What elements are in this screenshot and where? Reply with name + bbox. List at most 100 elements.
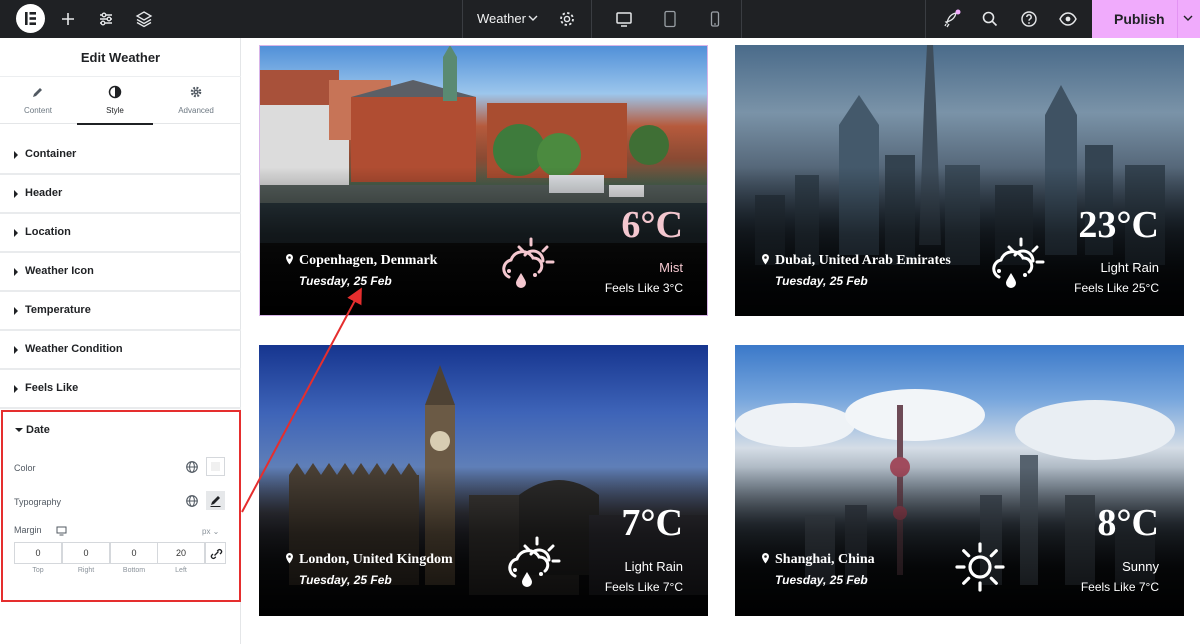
typography-label: Typography xyxy=(14,497,62,507)
section-label: Temperature xyxy=(25,304,91,316)
responsive-desktop-icon[interactable] xyxy=(56,526,67,536)
card-location: London, United Kingdom xyxy=(285,552,453,568)
weather-card-shanghai[interactable]: Shanghai, China Tuesday, 25 Feb 8°C Sunn… xyxy=(735,345,1184,616)
add-icon[interactable] xyxy=(58,9,78,29)
location-pin-icon xyxy=(762,553,769,564)
edit-panel: Edit Weather Content Style Advanced Cont… xyxy=(0,38,241,644)
page-settings-gear-icon[interactable] xyxy=(557,9,577,29)
margin-label: Margin xyxy=(14,525,42,535)
weather-card-london[interactable]: London, United Kingdom Tuesday, 25 Feb 7… xyxy=(259,345,708,616)
divider xyxy=(925,0,926,38)
card-temperature: 6°C xyxy=(621,204,683,246)
card-date: Tuesday, 25 Feb xyxy=(775,573,868,587)
margin-caption: Top xyxy=(32,567,44,574)
card-feels-like: Feels Like 3°C xyxy=(604,281,683,295)
color-picker-swatch[interactable] xyxy=(206,457,225,476)
card-temperature: 8°C xyxy=(1097,502,1159,544)
site-settings-icon[interactable] xyxy=(96,9,116,29)
chevron-down-icon[interactable] xyxy=(527,12,539,24)
location-text: London, United Kingdom xyxy=(299,552,453,567)
card-temperature: 7°C xyxy=(621,502,683,544)
section-label: Container xyxy=(25,148,77,160)
card-feels-like: Feels Like 25°C xyxy=(1074,281,1159,295)
card-location: Shanghai, China xyxy=(761,552,875,568)
margin-inputs xyxy=(14,542,226,564)
cloud-rain-sun-icon xyxy=(508,536,561,587)
preview-eye-icon[interactable] xyxy=(1058,9,1078,29)
location-pin-icon xyxy=(286,553,293,564)
weather-card-copenhagen[interactable]: Copenhagen, Denmark Tuesday, 25 Feb 6°C … xyxy=(259,45,708,316)
page-title-dropdown[interactable]: Weather xyxy=(477,11,526,26)
panel-title: Edit Weather xyxy=(80,50,161,65)
card-location: Copenhagen, Denmark xyxy=(285,253,437,269)
location-text: Copenhagen, Denmark xyxy=(299,253,438,268)
link-values-button[interactable] xyxy=(205,542,226,564)
tab-label: Advanced xyxy=(178,106,214,115)
cloud-rain-sun-icon xyxy=(502,237,555,288)
section-temperature[interactable]: Temperature xyxy=(0,292,241,331)
pencil-icon xyxy=(210,496,221,507)
tab-advanced[interactable]: Advanced xyxy=(158,77,234,124)
desktop-view-icon[interactable] xyxy=(614,9,634,29)
structure-layers-icon[interactable] xyxy=(134,9,154,29)
global-colors-globe-icon[interactable] xyxy=(185,460,199,474)
caret-right-icon xyxy=(14,229,18,237)
caret-down-icon xyxy=(15,428,23,432)
section-feels-like[interactable]: Feels Like xyxy=(0,370,241,409)
divider xyxy=(591,0,592,38)
contrast-icon xyxy=(108,85,122,99)
sun-icon xyxy=(955,542,1005,592)
section-weather-condition[interactable]: Weather Condition xyxy=(0,331,241,370)
global-typography-globe-icon[interactable] xyxy=(185,494,199,508)
margin-right-input[interactable] xyxy=(62,542,110,564)
section-location[interactable]: Location xyxy=(0,214,241,253)
location-text: Shanghai, China xyxy=(775,552,875,567)
card-feels-like: Feels Like 7°C xyxy=(604,580,683,594)
section-label: Header xyxy=(25,187,63,199)
section-label: Feels Like xyxy=(25,382,79,394)
preview-canvas: Copenhagen, Denmark Tuesday, 25 Feb 6°C … xyxy=(242,38,1200,644)
margin-top-input[interactable] xyxy=(14,542,62,564)
section-label: Weather Icon xyxy=(25,265,94,277)
location-pin-icon xyxy=(762,254,769,265)
caret-right-icon xyxy=(14,385,18,393)
tablet-view-icon[interactable] xyxy=(660,9,680,29)
caret-right-icon xyxy=(14,268,18,276)
divider xyxy=(1177,0,1178,38)
card-location: Dubai, United Arab Emirates xyxy=(761,253,951,269)
notifications-rocket-icon[interactable] xyxy=(941,9,961,29)
mobile-view-icon[interactable] xyxy=(705,9,725,29)
publish-options-chevron-icon[interactable] xyxy=(1182,12,1194,24)
tab-content[interactable]: Content xyxy=(0,77,76,124)
search-icon[interactable] xyxy=(980,9,1000,29)
card-condition: Light Rain xyxy=(1100,260,1159,275)
elementor-logo-icon[interactable] xyxy=(16,4,45,33)
section-container[interactable]: Container xyxy=(0,136,241,175)
margin-left-input[interactable] xyxy=(157,542,205,564)
section-weather-icon[interactable]: Weather Icon xyxy=(0,253,241,292)
tab-label: Style xyxy=(106,106,124,115)
margin-caption: Left xyxy=(175,567,187,574)
card-condition: Light Rain xyxy=(624,559,683,574)
margin-caption: Right xyxy=(77,567,95,574)
card-date: Tuesday, 25 Feb xyxy=(775,274,868,288)
card-date: Tuesday, 25 Feb xyxy=(299,573,392,587)
card-condition: Mist xyxy=(659,260,683,275)
caret-right-icon xyxy=(14,190,18,198)
tab-style[interactable]: Style xyxy=(77,77,153,125)
help-icon[interactable] xyxy=(1019,9,1039,29)
color-label: Color xyxy=(14,463,36,473)
edit-typography-button[interactable] xyxy=(206,491,225,510)
gear-icon xyxy=(190,86,202,98)
divider xyxy=(462,0,463,38)
divider xyxy=(741,0,742,38)
card-date: Tuesday, 25 Feb xyxy=(299,274,392,288)
margin-bottom-input[interactable] xyxy=(110,542,158,564)
cloud-rain-sun-icon xyxy=(992,237,1045,288)
caret-right-icon xyxy=(14,346,18,354)
unit-value: px xyxy=(202,527,211,536)
unit-selector[interactable]: px ⌄ xyxy=(202,527,219,536)
section-date-expanded: Date Color Typography Margin px ⌄ Top Ri… xyxy=(1,410,241,602)
weather-card-dubai[interactable]: Dubai, United Arab Emirates Tuesday, 25 … xyxy=(735,45,1184,316)
section-header[interactable]: Header xyxy=(0,175,241,214)
